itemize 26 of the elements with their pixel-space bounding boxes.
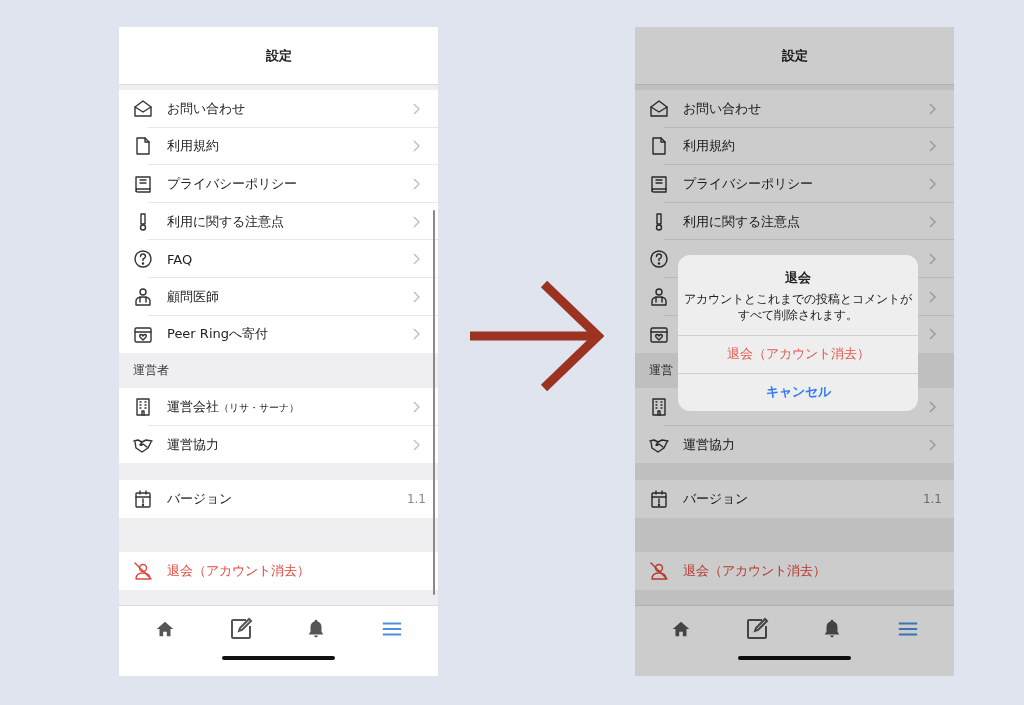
row-label: 利用に関する注意点: [167, 212, 284, 231]
screen-title: 設定: [265, 46, 292, 65]
delete-account-label: 退会（アカウント消去）: [167, 561, 310, 580]
row-label: 利用規約: [167, 137, 219, 156]
delete-account-label: 退会（アカウント消去）: [683, 561, 826, 580]
row-label: バージョン: [683, 490, 748, 509]
row-label: Peer Ringへ寄付: [167, 325, 268, 344]
version-value: 1.1: [922, 492, 942, 507]
row-label: お問い合わせ: [167, 99, 245, 118]
row-label: プライバシーポリシー: [683, 175, 813, 193]
dialog-title: 退会: [785, 269, 811, 287]
row-label: 利用に関する注意点: [683, 212, 800, 231]
row-label: 運営会社（リサ・サーナ）: [167, 397, 299, 416]
version-value: 1.1: [406, 492, 426, 507]
row-label: お問い合わせ: [683, 99, 761, 118]
row-label: FAQ: [167, 251, 193, 267]
row-label: 顧問医師: [167, 287, 219, 306]
row-label: 運営協力: [683, 435, 735, 454]
section-header: 運営: [649, 362, 673, 380]
screen-title: 設定: [781, 46, 808, 65]
row-label: プライバシーポリシー: [167, 175, 297, 193]
row-label: 運営協力: [167, 435, 219, 454]
section-header: 運営者: [133, 362, 169, 380]
dialog-message: アカウントとこれまでの投稿とコメントがすべて削除されます。: [683, 291, 913, 324]
row-label: バージョン: [167, 490, 232, 509]
row-label: 利用規約: [683, 137, 735, 156]
